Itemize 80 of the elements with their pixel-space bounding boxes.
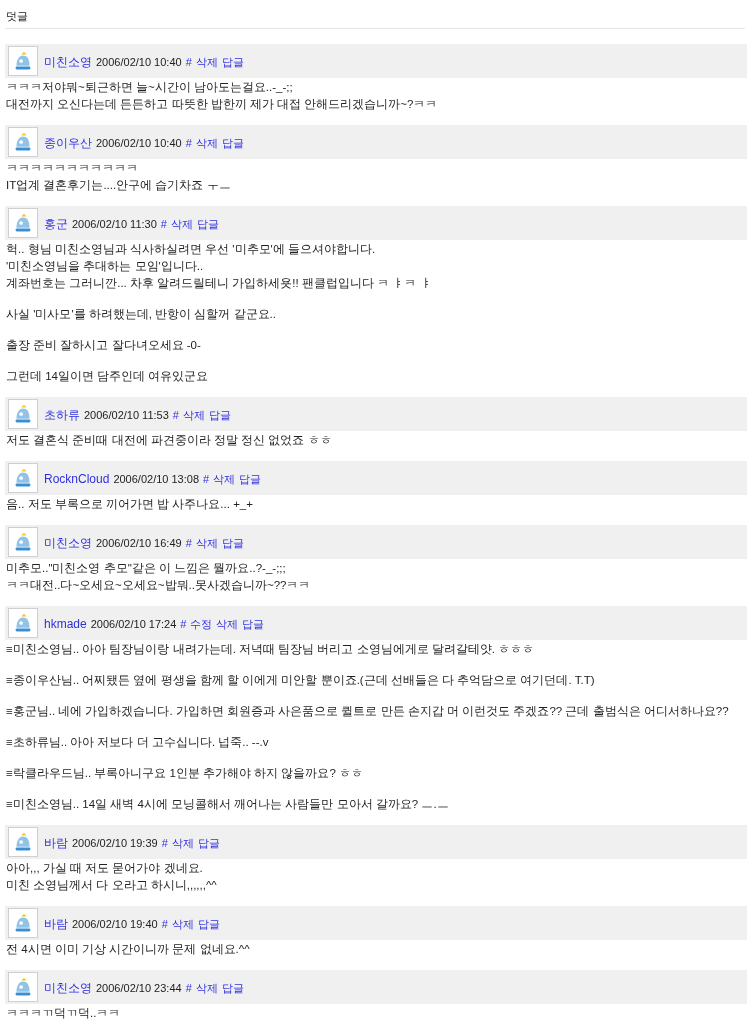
- comment-text: 음.. 저도 부록으로 끼어가면 밥 사주나요... +_+: [5, 497, 254, 512]
- comment-text: 출장 준비 잘하시고 잘다녀오세요 -0-: [5, 338, 202, 353]
- action-link[interactable]: 답글: [197, 835, 220, 852]
- comment-text: ㅋㅋㅋㄲ덕ㄲ덕..ㅋㅋ: [5, 1006, 122, 1021]
- comment-date: 2006/02/10 19:39: [72, 836, 158, 851]
- action-link[interactable]: 삭제: [195, 535, 218, 552]
- comment-text: 미추모.."미친소영 추모"같은 이 느낌은 뭘까요..?-_-;;; ㅋㅋ대전..다~오세요~오세요~밥뭐..못사겠습니까~??ㅋㅋ: [5, 561, 312, 593]
- avatar-icon: [8, 208, 38, 238]
- action-link[interactable]: 삭제: [195, 980, 218, 997]
- author-link[interactable]: 종이우산: [44, 134, 92, 152]
- author-link[interactable]: 미친소영: [44, 979, 92, 997]
- comment-date: 2006/02/10 10:40: [96, 136, 182, 151]
- action-link[interactable]: 삭제: [195, 135, 218, 152]
- action-link[interactable]: #: [161, 835, 168, 852]
- comment-date: 2006/02/10 23:44: [96, 981, 182, 996]
- action-link[interactable]: 삭제: [216, 616, 239, 633]
- avatar-icon: [8, 972, 38, 1002]
- action-link[interactable]: 삭제: [170, 216, 193, 233]
- action-link[interactable]: 답글: [239, 471, 262, 488]
- action-link[interactable]: #: [161, 916, 168, 933]
- avatar-icon: [8, 827, 38, 857]
- author-link[interactable]: 미친소영: [44, 53, 92, 71]
- action-link[interactable]: 답글: [221, 980, 244, 997]
- action-link[interactable]: 답글: [221, 135, 244, 152]
- comment-date: 2006/02/10 13:08: [113, 472, 199, 487]
- comment-date: 2006/02/10 19:40: [72, 917, 158, 932]
- comment-text: ≡미친소영님.. 14일 새벽 4시에 모닝콜해서 깨어나는 사람들만 모아서 갈까요? ㅡ.ㅡ: [5, 797, 450, 812]
- avatar-icon: [8, 463, 38, 493]
- action-link[interactable]: #: [185, 980, 192, 997]
- action-link[interactable]: #: [160, 216, 167, 233]
- comment-text: ≡미친소영님.. 아아 팀장님이랑 내려가는데. 저녁때 팀장님 버리고 소영님에게로 달려갈테얏. ㅎㅎㅎ: [5, 642, 536, 657]
- author-link[interactable]: RocknCloud: [44, 470, 110, 488]
- action-link[interactable]: 삭제: [182, 407, 205, 424]
- avatar-icon: [8, 527, 38, 557]
- action-link[interactable]: 답글: [196, 216, 219, 233]
- action-link[interactable]: 삭제: [195, 54, 218, 71]
- comment-text: 아아,,, 가실 때 저도 묻어가야 겠네요. 미친 소영님께서 다 오라고 하시니,,,,,,^^: [5, 861, 218, 893]
- action-link[interactable]: 삭제: [171, 835, 194, 852]
- comment-text: ㅋㅋㅋ저야뭐~퇴근하면 늘~시간이 남아도는걸요..-_-;; 대전까지 오신다는데 든든하고 따뜻한 밥한끼 제가 대접 안해드리겠습니까~?ㅋㅋ: [5, 80, 439, 112]
- action-link[interactable]: 답글: [197, 916, 220, 933]
- comment-text: ≡락클라우드님.. 부록아니구요 1인분 추가해야 하지 않을까요? ㅎㅎ: [5, 766, 365, 781]
- action-link[interactable]: 수정: [190, 616, 213, 633]
- author-link[interactable]: hkmade: [44, 615, 87, 633]
- comment-text: ㅋㅋㅋㅋㅋㅋㅋㅋㅋㅋㅋ IT업계 결혼후기는....안구에 습기차죠 ㅜㅡ: [5, 161, 232, 193]
- comment-text: 사실 '미사모'를 하려했는데, 반항이 심할꺼 같군요..: [5, 307, 277, 322]
- avatar-icon: [8, 127, 38, 157]
- comment-date: 2006/02/10 17:24: [90, 617, 177, 632]
- comment-date: 2006/02/10 10:40: [96, 55, 182, 70]
- comment-text: 전 4시면 이미 기상 시간이니까 문제 없네요.^^: [5, 942, 251, 957]
- action-link[interactable]: #: [172, 407, 179, 424]
- action-link[interactable]: 답글: [221, 54, 244, 71]
- comment-text: 헉.. 형님 미친소영님과 식사하실려면 우선 '미추모'에 들으셔야합니다. '미친소영님을 추대하는 모임'입니다.. 계좌번호는 그러니깐... 차후 알려드릴테니 가입하세욧!! 팬클럽입니다 ㅋ ㅑㅋ ㅑ: [5, 242, 433, 291]
- avatar-icon: [8, 908, 38, 938]
- author-link[interactable]: 바람: [44, 915, 68, 933]
- comment-date: 2006/02/10 11:30: [72, 217, 157, 232]
- action-link[interactable]: #: [203, 471, 210, 488]
- author-link[interactable]: 초하류: [44, 406, 80, 424]
- avatar-icon: [8, 608, 38, 638]
- action-link[interactable]: 삭제: [213, 471, 236, 488]
- action-link[interactable]: 답글: [208, 407, 231, 424]
- comment-text: ≡홍군님.. 네에 가입하겠습니다. 가입하면 회원증과 사은품으로 퀼트로 만든 손지갑 머 이런것도 주겠죠?? 근데 출범식은 어디서하나요??: [5, 704, 730, 719]
- action-link[interactable]: 삭제: [171, 916, 194, 933]
- author-link[interactable]: 미친소영: [44, 534, 92, 552]
- comment-text: 그런데 14일이면 담주인데 여유있군요: [5, 369, 210, 384]
- avatar-icon: [8, 46, 38, 76]
- action-link[interactable]: #: [185, 54, 192, 71]
- comment-date: 2006/02/10 16:49: [96, 536, 182, 551]
- action-link[interactable]: 답글: [242, 616, 265, 633]
- comment-text: 저도 결혼식 준비때 대전에 파견중이라 정말 정신 없었죠 ㅎㅎ: [5, 433, 333, 448]
- action-link[interactable]: #: [180, 616, 187, 633]
- author-link[interactable]: 홍군: [44, 215, 68, 233]
- comment-text: ≡종이우산님.. 어찌됐든 옆에 평생을 함께 할 이에게 미안할 뿐이죠.(근데 선배들은 다 추억담으로 여기던데. T.T): [5, 673, 596, 688]
- author-link[interactable]: 바람: [44, 834, 68, 852]
- action-link[interactable]: #: [185, 535, 192, 552]
- action-link[interactable]: 답글: [221, 535, 244, 552]
- section-title: 덧글: [5, 10, 28, 22]
- comment-text: ≡초하류님.. 아아 저보다 더 고수십니다. 넙죽.. --.v: [5, 735, 270, 750]
- comment-date: 2006/02/10 11:53: [84, 408, 169, 423]
- action-link[interactable]: #: [185, 135, 192, 152]
- avatar-icon: [8, 399, 38, 429]
